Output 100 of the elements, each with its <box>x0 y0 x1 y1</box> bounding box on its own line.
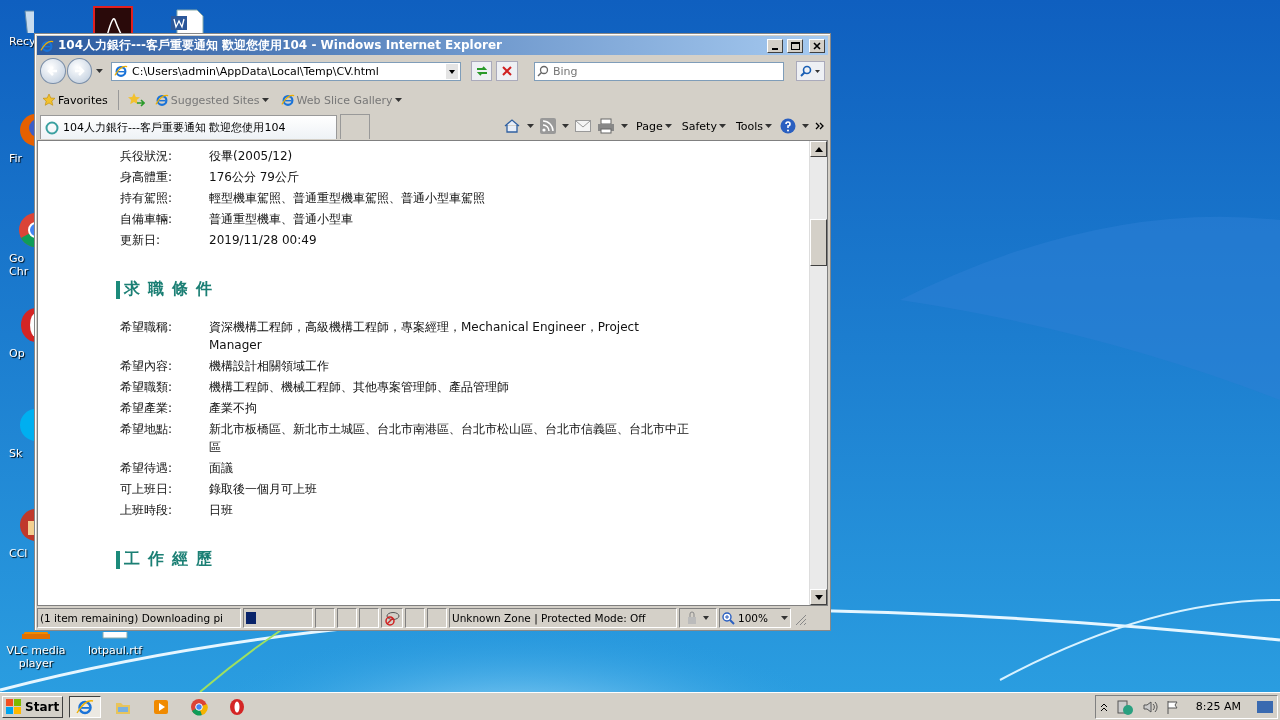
chevron-up-icon[interactable] <box>1099 702 1108 711</box>
desktop-icon-label: Go Chr <box>9 252 29 278</box>
field-label: 希望職類: <box>120 379 174 396</box>
heading-bar <box>116 550 120 569</box>
search-button[interactable] <box>795 61 825 81</box>
help-icon[interactable] <box>780 118 796 134</box>
flag-icon[interactable] <box>1165 699 1180 714</box>
heading-bar <box>116 280 120 299</box>
feed-icon[interactable] <box>540 118 557 134</box>
command-menu[interactable]: Safety <box>679 119 728 133</box>
search-field[interactable]: Bing <box>533 61 784 81</box>
caret-icon <box>802 124 809 128</box>
mail-icon[interactable] <box>575 120 592 132</box>
scrollbar[interactable] <box>809 141 827 605</box>
scroll-up-icon[interactable] <box>814 146 823 152</box>
field-value: 產業不拘 <box>209 400 258 417</box>
protected-mode-icon[interactable] <box>685 611 711 625</box>
refresh-button[interactable] <box>470 61 493 81</box>
chevron-icon[interactable] <box>815 121 825 131</box>
status-pane <box>315 608 335 628</box>
field-label: 希望地點: <box>120 421 174 438</box>
start-button[interactable]: Start <box>2 695 64 718</box>
zoom-icon <box>722 611 735 625</box>
show-desktop-icon[interactable] <box>1257 700 1273 713</box>
volume-icon[interactable] <box>1141 699 1158 714</box>
desktop-icon-label: VLC media player <box>5 644 67 670</box>
field-value: 2019/11/28 00:49 <box>209 232 318 249</box>
forward-button[interactable] <box>66 58 93 84</box>
browser-icon <box>280 93 295 107</box>
field-value: 役畢(2005/12) <box>209 148 294 165</box>
stop-button[interactable] <box>496 61 518 81</box>
field-label: 更新日: <box>120 232 162 249</box>
window-title: 104人力銀行---客戶重要通知 歡迎您使用104 - Windows Internet Explorer <box>58 37 503 54</box>
status-text: (1 item remaining) Downloading pi <box>37 608 241 628</box>
maximize-icon <box>790 41 800 50</box>
back-arrow-icon <box>46 65 59 77</box>
close-icon <box>813 41 821 50</box>
desktop-icon-label: Fir <box>9 152 23 165</box>
forward-arrow-icon <box>73 65 86 77</box>
address-field[interactable]: C:\Users\admin\AppData\Local\Temp\CV.html <box>111 61 461 81</box>
stop-icon <box>502 66 513 76</box>
field-value: 錄取後一個月可上班 <box>209 481 318 498</box>
browser-icon <box>154 93 169 107</box>
caret-icon <box>718 124 726 128</box>
minimize-button[interactable] <box>767 38 783 53</box>
field-value: 面議 <box>209 460 234 477</box>
caret-icon <box>781 616 788 620</box>
field-value: 日班 <box>209 502 234 519</box>
loading-icon <box>45 120 59 135</box>
field-label: 希望產業: <box>120 400 174 417</box>
privacy-icon[interactable] <box>384 610 400 626</box>
field-value: 新北市板橋區、新北市土城區、台北市南港區、台北市松山區、台北市信義區、台北市中正區 <box>209 421 690 456</box>
field-label: 希望待遇: <box>120 460 174 477</box>
command-menu[interactable]: Tools <box>733 119 774 133</box>
home-icon[interactable] <box>503 118 522 134</box>
scroll-down-icon[interactable] <box>814 594 823 600</box>
caret-icon <box>261 98 269 102</box>
zoom-button[interactable]: 100% <box>719 608 791 628</box>
search-input[interactable]: Bing <box>552 64 753 78</box>
status-pane <box>337 608 357 628</box>
refresh-icon <box>474 65 489 77</box>
print-icon[interactable] <box>597 118 616 134</box>
field-value: 176公分 79公斤 <box>209 169 300 186</box>
browser-icon <box>114 64 128 78</box>
field-value: 機構設計相關領域工作 <box>209 358 330 375</box>
command-menu[interactable]: Page <box>634 119 674 133</box>
zone-status: Unknown Zone | Protected Mode: Off <box>449 608 677 628</box>
caret-icon <box>562 124 570 128</box>
favorites-button[interactable]: Favorites <box>40 93 110 107</box>
field-value: 機構工程師、機械工程師、其他專案管理師、產品管理師 <box>209 379 510 396</box>
back-button[interactable] <box>40 58 66 84</box>
scroll-thumb[interactable] <box>810 219 827 266</box>
field-label: 自備車輛: <box>120 211 174 228</box>
field-value: 輕型機車駕照、普通重型機車駕照、普通小型車駕照 <box>209 190 486 207</box>
search-icon <box>799 65 822 77</box>
maximize-button[interactable] <box>787 38 803 53</box>
desktop-icon-label: Recy <box>9 35 36 48</box>
caret-icon <box>96 69 103 73</box>
windows-logo-icon <box>6 699 22 714</box>
status-pane <box>427 608 447 628</box>
caret-icon <box>527 124 535 128</box>
desktop-icon-label: Op <box>9 347 25 360</box>
opera-icon <box>228 697 247 716</box>
status-pane <box>359 608 379 628</box>
field-value: 資深機構工程師，高級機構工程師，專案經理，Mechanical Engineer，Project Manager <box>209 319 640 354</box>
clock: 8:25 AM <box>1195 700 1241 713</box>
caret-icon <box>394 98 402 102</box>
dropdown-icon <box>445 63 458 79</box>
taskbar-app-button[interactable] <box>69 695 102 718</box>
desktop-icon-label: Sk <box>9 447 23 460</box>
browser-tab[interactable]: 104人力銀行---客戶重要通知 歡迎您使用104 <box>40 115 337 139</box>
close-button[interactable] <box>809 38 825 53</box>
search-icon <box>536 65 549 77</box>
field-value: 普通重型機車、普通小型車 <box>209 211 354 228</box>
section-heading: 求職條件 <box>124 279 220 300</box>
field-label: 兵役狀況: <box>120 148 174 165</box>
caret-icon <box>621 124 629 128</box>
minimize-icon <box>772 47 778 50</box>
caret-icon <box>664 124 672 128</box>
add-favorite-icon[interactable] <box>126 92 145 108</box>
